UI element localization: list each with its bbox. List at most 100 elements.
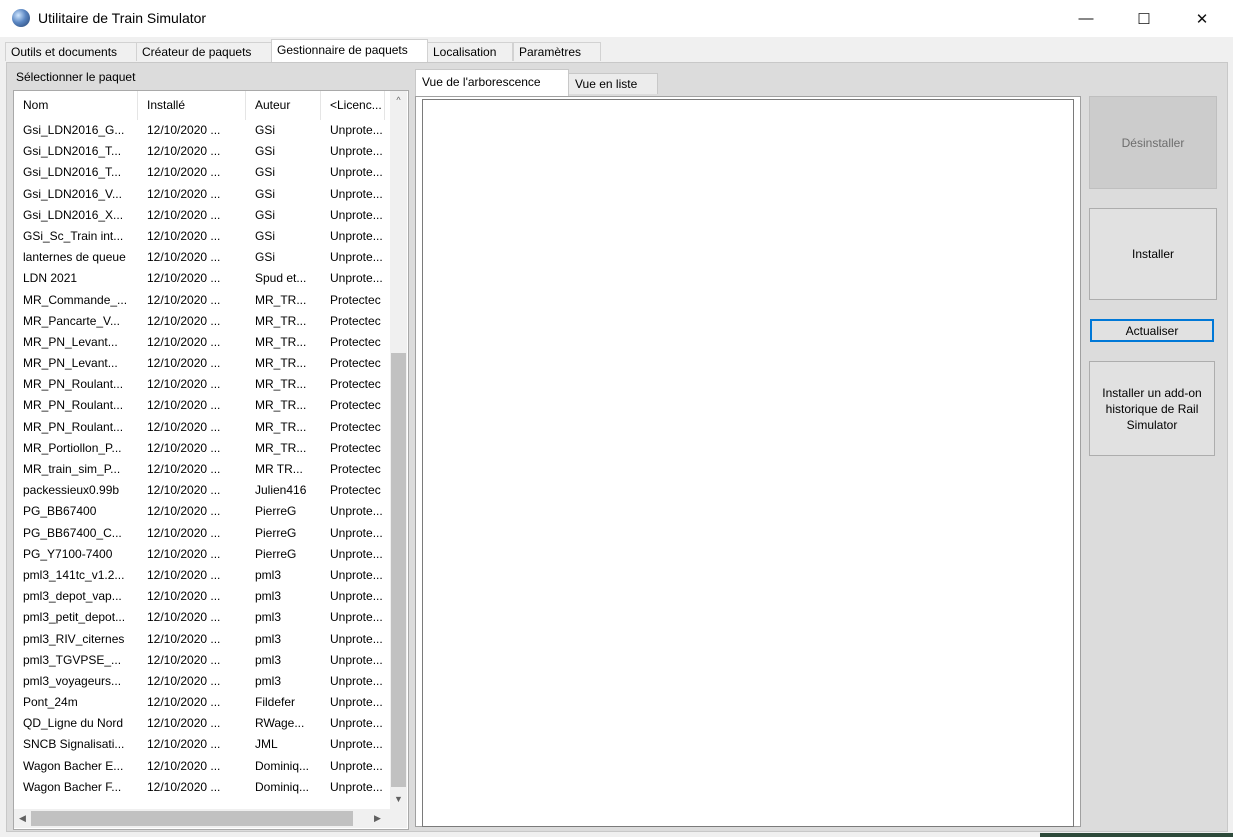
cell-licence: Protectec <box>330 292 381 307</box>
select-package-label: Sélectionner le paquet <box>16 70 136 84</box>
cell-installe: 12/10/2020 ... <box>147 165 221 180</box>
horizontal-scrollbar[interactable]: ◀ ▶ <box>14 809 390 828</box>
table-row[interactable]: lanternes de queue 12/10/2020 ... GSi Unpro… <box>14 247 384 268</box>
cell-nom: MR_Pancarte_V... <box>23 313 120 328</box>
cell-licence: Protectec <box>330 356 381 371</box>
cell-installe: 12/10/2020 ... <box>147 377 221 392</box>
cell-installe: 12/10/2020 ... <box>147 525 221 540</box>
table-row[interactable]: QD_Ligne du Nord 12/10/2020 ... RWage... Un… <box>14 713 384 734</box>
cell-auteur: MR_TR... <box>255 356 307 371</box>
table-row[interactable]: MR_Pancarte_V... 12/10/2020 ... MR_TR... Pr… <box>14 311 384 332</box>
tree-view-panel <box>415 96 1081 827</box>
table-row[interactable]: Gsi_LDN2016_T... 12/10/2020 ... GSi Unprote… <box>14 141 384 162</box>
cell-licence: Protectec <box>330 398 381 413</box>
cell-installe: 12/10/2020 ... <box>147 610 221 625</box>
cell-auteur: MR_TR... <box>255 419 307 434</box>
cell-nom: pml3_TGVPSE_... <box>23 652 122 667</box>
column-header-licence[interactable]: <Licenc... <box>321 91 385 120</box>
table-row[interactable]: MR_PN_Roulant... 12/10/2020 ... MR_TR... Pr… <box>14 417 384 438</box>
table-row[interactable]: Gsi_LDN2016_X... 12/10/2020 ... GSi Unprote… <box>14 205 384 226</box>
table-row[interactable]: MR_Commande_... 12/10/2020 ... MR_TR... Pro… <box>14 290 384 311</box>
cell-nom: Gsi_LDN2016_V... <box>23 186 122 201</box>
tab-vue-en-liste[interactable]: Vue en liste <box>568 73 658 94</box>
table-row[interactable]: Wagon Bacher F... 12/10/2020 ... Dominiq..… <box>14 777 384 798</box>
close-button[interactable]: ✕ <box>1173 0 1231 37</box>
table-row[interactable]: Wagon Bacher E... 12/10/2020 ... Dominiq..… <box>14 756 384 777</box>
table-row[interactable]: PG_Y7100-7400 12/10/2020 ... PierreG Unprot… <box>14 544 384 565</box>
app-logo-icon <box>12 9 30 27</box>
table-row[interactable]: Gsi_LDN2016_V... 12/10/2020 ... GSi Unprote… <box>14 184 384 205</box>
cell-installe: 12/10/2020 ... <box>147 398 221 413</box>
cell-auteur: Dominiq... <box>255 758 310 773</box>
cell-licence: Unprote... <box>330 610 383 625</box>
tab-gestionnaire-de-paquets[interactable]: Gestionnaire de paquets <box>271 39 428 62</box>
cell-licence: Unprote... <box>330 737 383 752</box>
table-row[interactable]: Gsi_LDN2016_T... 12/10/2020 ... GSi Unprote… <box>14 162 384 183</box>
cell-auteur: pml3 <box>255 631 282 646</box>
cell-auteur: MR_TR... <box>255 398 307 413</box>
table-row[interactable]: Pont_24m 12/10/2020 ... Fildefer Unprote... <box>14 692 384 713</box>
tab-parametres[interactable]: Paramètres <box>513 42 601 61</box>
table-row[interactable]: PG_BB67400 12/10/2020 ... PierreG Unprote..… <box>14 501 384 522</box>
table-row[interactable]: pml3_depot_vap... 12/10/2020 ... pml3 Unpro… <box>14 586 384 607</box>
tab-createur-de-paquets[interactable]: Créateur de paquets <box>136 42 272 61</box>
table-row[interactable]: pml3_petit_depot... 12/10/2020 ... pml3 Unp… <box>14 607 384 628</box>
cell-auteur: pml3 <box>255 567 282 582</box>
column-header-installe[interactable]: Installé <box>138 91 246 120</box>
table-row[interactable]: Gsi_LDN2016_G... 12/10/2020 ... GSi Unprote… <box>14 120 384 141</box>
cell-nom: Gsi_LDN2016_T... <box>23 144 122 159</box>
scroll-up-arrow-icon[interactable]: ^ <box>390 91 407 108</box>
table-row[interactable]: packessieux0.99b 12/10/2020 ... Julien416 P… <box>14 480 384 501</box>
scroll-down-arrow-icon[interactable]: ▼ <box>390 790 407 807</box>
vertical-scrollbar[interactable]: ^ ▼ <box>390 91 407 809</box>
table-row[interactable]: pml3_141tc_v1.2... 12/10/2020 ... pml3 Unpr… <box>14 565 384 586</box>
minimize-button[interactable]: — <box>1057 0 1115 37</box>
table-row[interactable]: pml3_TGVPSE_... 12/10/2020 ... pml3 Unprote… <box>14 650 384 671</box>
cell-nom: pml3_petit_depot... <box>23 610 126 625</box>
table-row[interactable]: pml3_voyageurs... 12/10/2020 ... pml3 Unpro… <box>14 671 384 692</box>
cell-installe: 12/10/2020 ... <box>147 673 221 688</box>
horizontal-scroll-thumb[interactable] <box>31 811 353 826</box>
table-row[interactable]: MR_PN_Roulant... 12/10/2020 ... MR_TR... Pr… <box>14 374 384 395</box>
table-row[interactable]: LDN 2021 12/10/2020 ... Spud et... Unprote.… <box>14 268 384 289</box>
cell-nom: MR_train_sim_P... <box>23 462 121 476</box>
cell-auteur: Spud et... <box>255 271 307 286</box>
table-row[interactable]: pml3_RIV_citernes 12/10/2020 ... pml3 Unpro… <box>14 629 384 650</box>
vertical-scroll-thumb[interactable] <box>391 353 406 787</box>
table-row[interactable]: MR_PN_Levant... 12/10/2020 ... MR_TR... Pro… <box>14 353 384 374</box>
tab-outils-et-documents[interactable]: Outils et documents <box>5 42 137 61</box>
tab-vue-arborescence[interactable]: Vue de l'arborescence <box>415 69 569 96</box>
tree-view[interactable] <box>422 99 1074 827</box>
maximize-button[interactable]: ☐ <box>1115 0 1173 37</box>
cell-nom: MR_Portiollon_P... <box>23 440 122 455</box>
cell-nom: Gsi_LDN2016_X... <box>23 207 124 222</box>
table-row[interactable]: MR_train_sim_P... 12/10/2020 ... MR TR... P… <box>14 459 384 480</box>
refresh-button[interactable]: Actualiser <box>1090 319 1214 342</box>
scroll-left-arrow-icon[interactable]: ◀ <box>14 810 31 827</box>
cell-licence: Protectec <box>330 462 381 476</box>
cell-licence: Unprote... <box>330 631 383 646</box>
cell-installe: 12/10/2020 ... <box>147 271 221 286</box>
table-row[interactable]: MR_Portiollon_P... 12/10/2020 ... MR_TR...… <box>14 438 384 459</box>
install-legacy-addon-button[interactable]: Installer un add-on historique de Rail S… <box>1089 361 1215 456</box>
uninstall-button[interactable]: Désinstaller <box>1089 96 1217 189</box>
cell-nom: pml3_141tc_v1.2... <box>23 567 125 582</box>
tab-localisation[interactable]: Localisation <box>427 42 513 61</box>
column-header-nom[interactable]: Nom <box>14 91 138 120</box>
cell-installe: 12/10/2020 ... <box>147 716 221 731</box>
table-row[interactable]: PG_BB67400_C... 12/10/2020 ... PierreG Unpr… <box>14 523 384 544</box>
cell-licence: Unprote... <box>330 271 383 286</box>
cell-nom: Pont_24m <box>23 695 78 710</box>
cell-licence: Unprote... <box>330 144 383 159</box>
column-header-auteur[interactable]: Auteur <box>246 91 321 120</box>
table-row[interactable]: MR_PN_Roulant... 12/10/2020 ... MR_TR... Pr… <box>14 395 384 416</box>
table-row[interactable]: SNCB Signalisati... 12/10/2020 ... JML Unpr… <box>14 734 384 755</box>
cell-licence: Protectec <box>330 334 381 349</box>
scroll-right-arrow-icon[interactable]: ▶ <box>369 810 386 827</box>
cell-licence: Unprote... <box>330 546 383 561</box>
package-list[interactable]: Nom Installé Auteur <Licenc... Gsi_LDN20… <box>13 90 409 830</box>
table-row[interactable]: MR_PN_Levant... 12/10/2020 ... MR_TR... Pro… <box>14 332 384 353</box>
package-list-header: Nom Installé Auteur <Licenc... <box>14 91 385 120</box>
install-button[interactable]: Installer <box>1089 208 1217 300</box>
table-row[interactable]: GSi_Sc_Train int... 12/10/2020 ... GSi Unpr… <box>14 226 384 247</box>
